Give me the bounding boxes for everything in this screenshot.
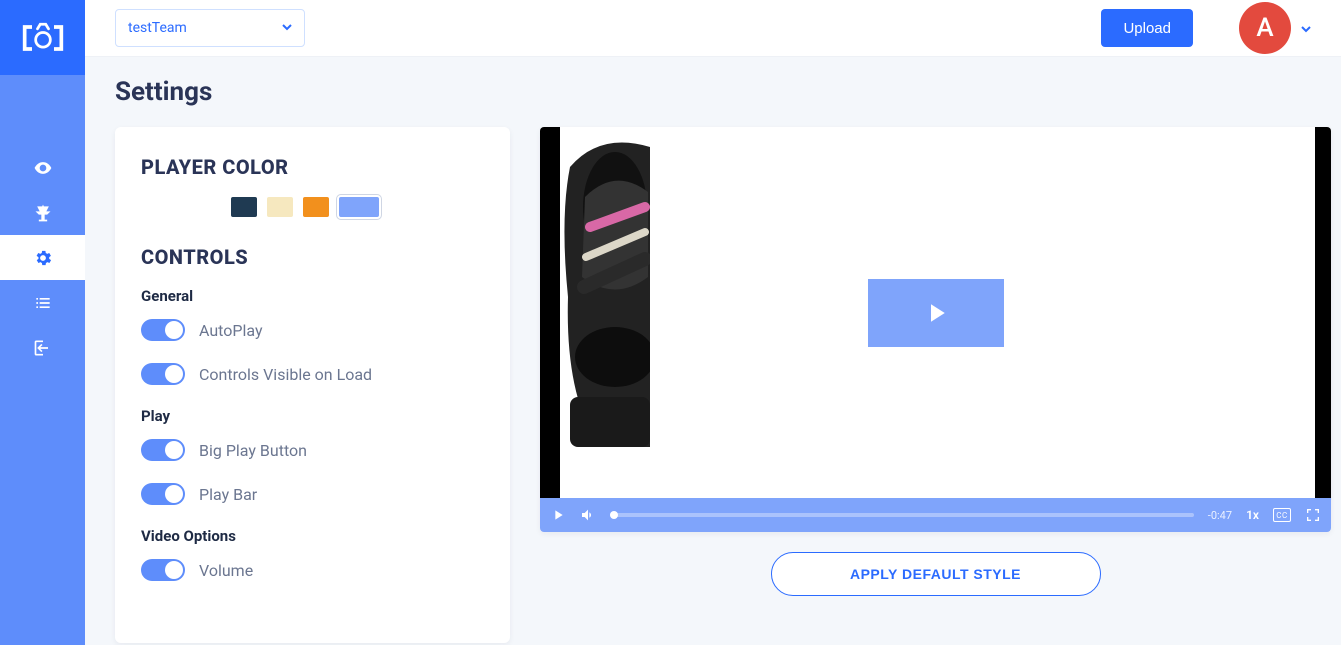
group-label: Video Options [141, 527, 484, 545]
team-selector[interactable]: testTeam [115, 9, 305, 47]
toggle-label: Big Play Button [199, 441, 307, 460]
time-remaining: -0:47 [1208, 509, 1232, 522]
toggle-switch[interactable] [141, 319, 185, 341]
left-sidebar [0, 0, 85, 645]
big-play-button[interactable] [868, 279, 1004, 347]
logout-icon [33, 338, 53, 358]
sidebar-item-videos[interactable] [0, 145, 85, 190]
video-player: -0:47 1x CC [540, 127, 1331, 532]
page-title: Settings [115, 77, 1331, 107]
user-menu[interactable]: A [1239, 2, 1311, 54]
toggle-row: Controls Visible on Load [141, 363, 484, 385]
sidebar-item-logout[interactable] [0, 325, 85, 370]
team-selector-label: testTeam [128, 20, 187, 36]
scale-icon [33, 203, 53, 223]
top-bar: testTeam Upload A [85, 0, 1341, 57]
chevron-down-icon [282, 20, 292, 36]
toggle-switch[interactable] [141, 439, 185, 461]
toggle-row: Play Bar [141, 483, 484, 505]
sidebar-item-settings[interactable] [0, 235, 85, 280]
color-swatch[interactable] [303, 197, 329, 217]
toggle-label: Volume [199, 561, 253, 580]
toggle-switch[interactable] [141, 363, 185, 385]
color-swatch[interactable] [231, 197, 257, 217]
letterbox-left [540, 127, 560, 498]
toggle-switch[interactable] [141, 483, 185, 505]
toggle-label: Play Bar [199, 485, 257, 504]
captions-toggle[interactable]: CC [1273, 508, 1291, 522]
toggle-row: AutoPlay [141, 319, 484, 341]
group-label: General [141, 287, 484, 305]
fullscreen-icon[interactable] [1305, 507, 1321, 523]
main-area: testTeam Upload A Settings PLAYER COLOR … [85, 0, 1341, 645]
player-controls-bar: -0:47 1x CC [540, 498, 1331, 532]
sidebar-item-playlists[interactable] [0, 280, 85, 325]
color-swatch[interactable] [339, 197, 379, 217]
playback-speed[interactable]: 1x [1246, 508, 1259, 522]
avatar: A [1239, 2, 1291, 54]
settings-panel: PLAYER COLOR CONTROLS General AutoPlay Con… [115, 127, 510, 643]
toggle-groups: General AutoPlay Controls Visible on Load P… [141, 287, 484, 581]
toggle-label: AutoPlay [199, 321, 263, 340]
camera-bracket-icon [21, 16, 65, 60]
list-icon [33, 293, 53, 313]
apply-default-style-button[interactable]: APPLY DEFAULT STYLE [771, 552, 1101, 596]
toggle-row: Volume [141, 559, 484, 581]
eye-icon [33, 158, 53, 178]
sidebar-nav [0, 75, 85, 645]
toggle-row: Big Play Button [141, 439, 484, 461]
volume-icon[interactable] [580, 507, 596, 523]
play-small-icon[interactable] [550, 507, 566, 523]
toggle-switch[interactable] [141, 559, 185, 581]
upload-button[interactable]: Upload [1101, 9, 1193, 47]
section-title-controls: CONTROLS [141, 245, 484, 269]
color-swatch[interactable] [267, 197, 293, 217]
preview-column: -0:47 1x CC APPLY DEFAULT STYLE [540, 127, 1331, 596]
gear-icon [33, 248, 53, 268]
app-logo [0, 0, 85, 75]
video-frame-illustration [560, 137, 650, 457]
content-area: Settings PLAYER COLOR CONTROLS General Au… [85, 57, 1341, 645]
swatch-row [141, 197, 484, 217]
letterbox-right [1315, 127, 1331, 498]
toggle-label: Controls Visible on Load [199, 365, 372, 384]
group-label: Play [141, 407, 484, 425]
chevron-down-icon [1301, 19, 1311, 38]
play-icon [921, 298, 951, 328]
progress-bar[interactable] [610, 513, 1194, 517]
section-title-player-color: PLAYER COLOR [141, 155, 484, 179]
sidebar-item-compare[interactable] [0, 190, 85, 235]
